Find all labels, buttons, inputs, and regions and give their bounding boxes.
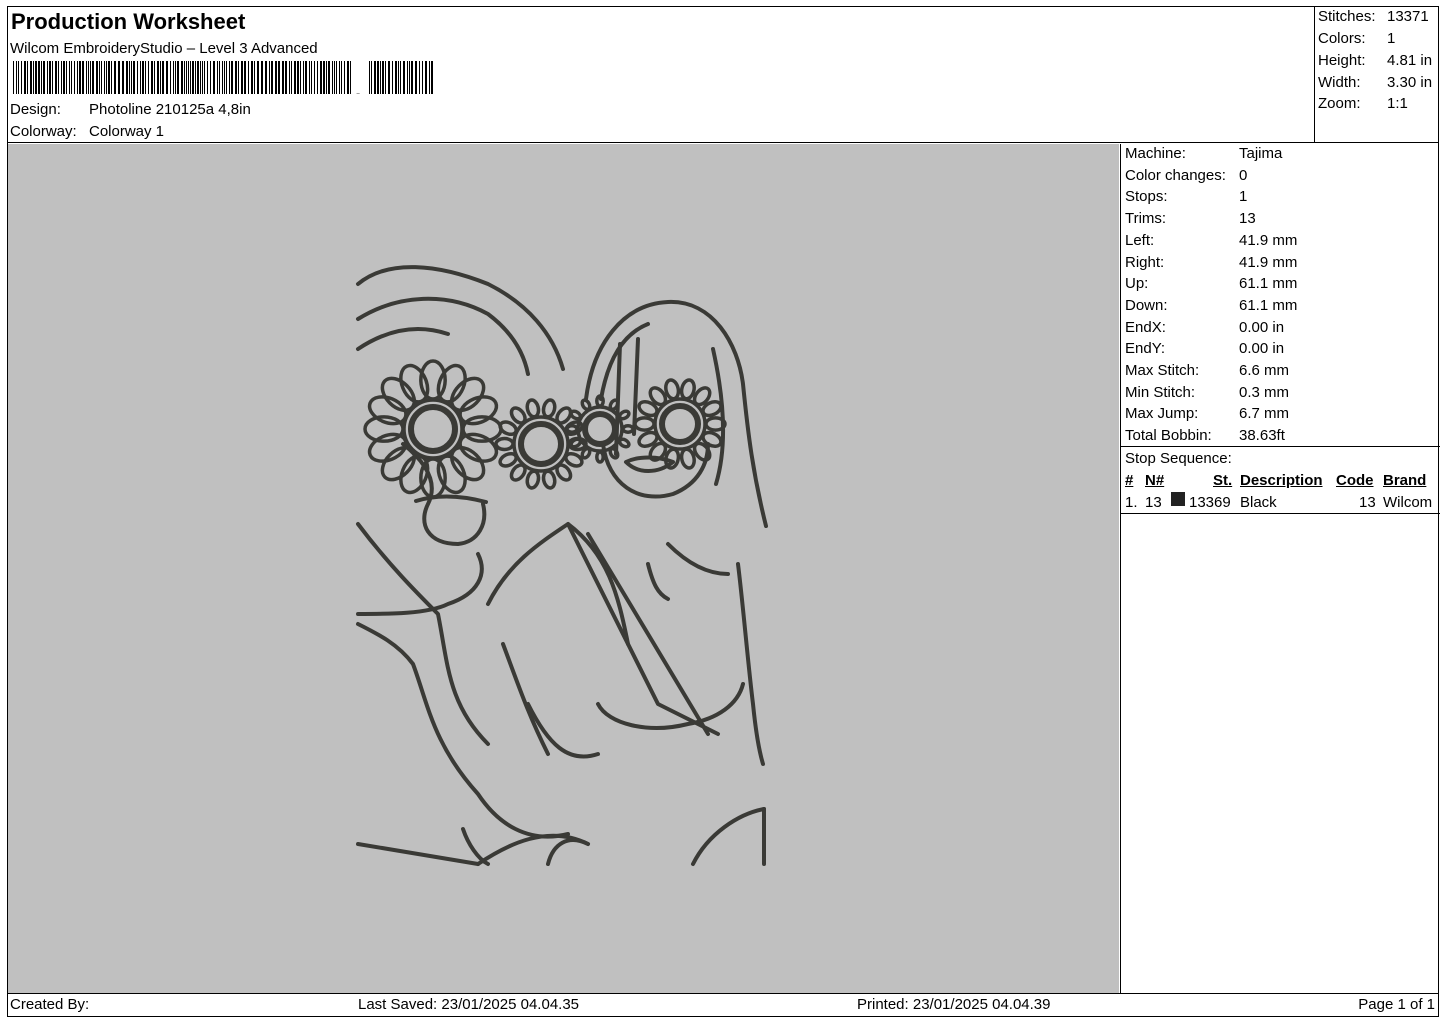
sunflower-center xyxy=(518,421,564,467)
row-n: 13 xyxy=(1145,494,1162,511)
col-code: Code xyxy=(1336,472,1374,489)
machine-info-label: Right: xyxy=(1125,253,1165,271)
machine-info-label: Left: xyxy=(1125,231,1155,249)
stop-sequence-title: Stop Sequence: xyxy=(1125,450,1232,467)
zoom-label: Zoom: xyxy=(1318,95,1361,112)
col-brand: Brand xyxy=(1383,472,1427,489)
machine-info-value: 61.1 mm xyxy=(1239,296,1298,314)
machine-info-label: EndY: xyxy=(1125,340,1166,358)
machine-info: Machine: Tajima Color changes: 0 Stops: 1 Trim… xyxy=(1121,144,1440,447)
sunflower-petal xyxy=(525,469,541,490)
stitches-label: Stitches: xyxy=(1318,8,1376,25)
machine-info-label: Trims: xyxy=(1125,210,1167,228)
sunflower-center xyxy=(582,411,618,447)
stitches-value: 13371 xyxy=(1387,8,1429,25)
embroidery-design-image xyxy=(356,265,768,866)
sunflower-petal xyxy=(633,416,656,432)
sunflower-petal xyxy=(565,424,579,434)
row-num: 1. xyxy=(1125,494,1138,511)
design-preview xyxy=(8,144,1119,993)
sunflower-petal xyxy=(595,450,605,464)
machine-info-label: Max Jump: xyxy=(1125,405,1199,423)
width-value: 3.30 in xyxy=(1387,74,1433,91)
machine-info-value: 0.3 mm xyxy=(1239,383,1290,401)
machine-info-value: Tajima xyxy=(1239,145,1283,162)
sunflower-center xyxy=(659,403,701,445)
machine-info-value: 6.7 mm xyxy=(1239,405,1290,423)
software-name: Wilcom EmbroideryStudio – Level 3 Advanc… xyxy=(10,40,318,57)
sunflower-petal xyxy=(380,376,417,413)
machine-info-label: Min Stitch: xyxy=(1125,383,1196,401)
sunflower-petal xyxy=(541,469,557,490)
machine-info-value: 38.63ft xyxy=(1239,427,1285,445)
sunflower-petal xyxy=(449,445,486,482)
machine-info-value: 0.00 in xyxy=(1239,340,1285,358)
col-st: St. xyxy=(1213,472,1233,489)
worksheet-footer: Created By: Last Saved: 23/01/2025 04.04… xyxy=(7,993,1439,1017)
sunflower-petal xyxy=(525,398,541,419)
col-num: # xyxy=(1125,472,1134,489)
machine-info-label: Up: xyxy=(1125,275,1149,293)
sunflower-petal xyxy=(617,437,631,449)
machine-info-value: 1 xyxy=(1239,188,1248,206)
machine-info-label: Total Bobbin: xyxy=(1125,427,1212,445)
machine-info-value: 6.6 mm xyxy=(1239,362,1290,379)
sunflower-petal xyxy=(541,398,557,419)
sunflower-petal xyxy=(617,409,631,421)
machine-info-value: 0 xyxy=(1239,166,1248,184)
machine-info-value: 61.1 mm xyxy=(1239,275,1298,293)
page-title: Production Worksheet xyxy=(11,9,246,34)
machine-info-label: Stops: xyxy=(1125,188,1168,206)
row-brand: Wilcom xyxy=(1383,494,1433,511)
row-description: Black xyxy=(1240,494,1277,511)
col-n: N# xyxy=(1145,472,1165,489)
colorway-label: Colorway: xyxy=(10,123,77,140)
colors-label: Colors: xyxy=(1318,30,1366,47)
printed-date: Printed: 23/01/2025 04.04.39 xyxy=(857,996,1051,1013)
sunflower-petal xyxy=(621,424,635,434)
sunflower-petal xyxy=(380,445,417,482)
design-value: Photoline 210125a 4,8in xyxy=(89,101,251,118)
machine-info-value: 41.9 mm xyxy=(1239,253,1298,271)
machine-info-label: Max Stitch: xyxy=(1125,362,1200,379)
machine-info-label: Down: xyxy=(1125,296,1168,314)
machine-info-value: 41.9 mm xyxy=(1239,231,1298,249)
worksheet-header: Production Worksheet Wilcom EmbroiderySt… xyxy=(7,6,1315,143)
created-by: Created By: xyxy=(10,996,90,1013)
zoom-value: 1:1 xyxy=(1387,95,1408,112)
page-number: Page 1 of 1 xyxy=(1358,996,1435,1013)
col-description: Description xyxy=(1240,472,1323,489)
machine-info-value: 13 xyxy=(1239,210,1256,228)
colorway-row: Colorway: Colorway 1 xyxy=(10,123,164,140)
stop-sequence: Stop Sequence: # N# St. Description Code… xyxy=(1121,447,1440,514)
barcode-image: , xyxy=(13,61,433,94)
height-value: 4.81 in xyxy=(1387,52,1433,69)
last-saved: Last Saved: 23/01/2025 04.04.35 xyxy=(358,996,580,1013)
machine-info-label: EndX: xyxy=(1125,318,1166,336)
machine-info-label: Machine: xyxy=(1125,145,1186,162)
sunflower-center xyxy=(408,404,458,454)
row-code: 13 xyxy=(1359,494,1376,511)
width-label: Width: xyxy=(1318,74,1361,91)
height-label: Height: xyxy=(1318,52,1366,69)
thread-color-swatch xyxy=(1171,492,1185,506)
design-row: Design: Photoline 210125a 4,8in xyxy=(10,101,251,118)
machine-info-value: 0.00 in xyxy=(1239,318,1285,336)
row-st: 13369 xyxy=(1189,494,1231,511)
machine-info-label: Color changes: xyxy=(1125,166,1226,184)
sunflower-petal xyxy=(494,436,515,452)
sunflower-petal xyxy=(580,398,592,412)
design-label: Design: xyxy=(10,101,61,118)
svg-text:,: , xyxy=(355,77,361,94)
design-summary: Stitches: 13371 Colors: 1 Height: 4.81 i… xyxy=(1315,6,1439,143)
sunflower-petal xyxy=(449,376,486,413)
properties-panel: Machine: Tajima Color changes: 0 Stops: 1 Trim… xyxy=(1120,144,1440,993)
sunflower-petal xyxy=(569,409,583,421)
colors-value: 1 xyxy=(1387,30,1396,47)
colorway-value: Colorway 1 xyxy=(89,123,165,140)
sunflower-petal xyxy=(595,394,605,408)
